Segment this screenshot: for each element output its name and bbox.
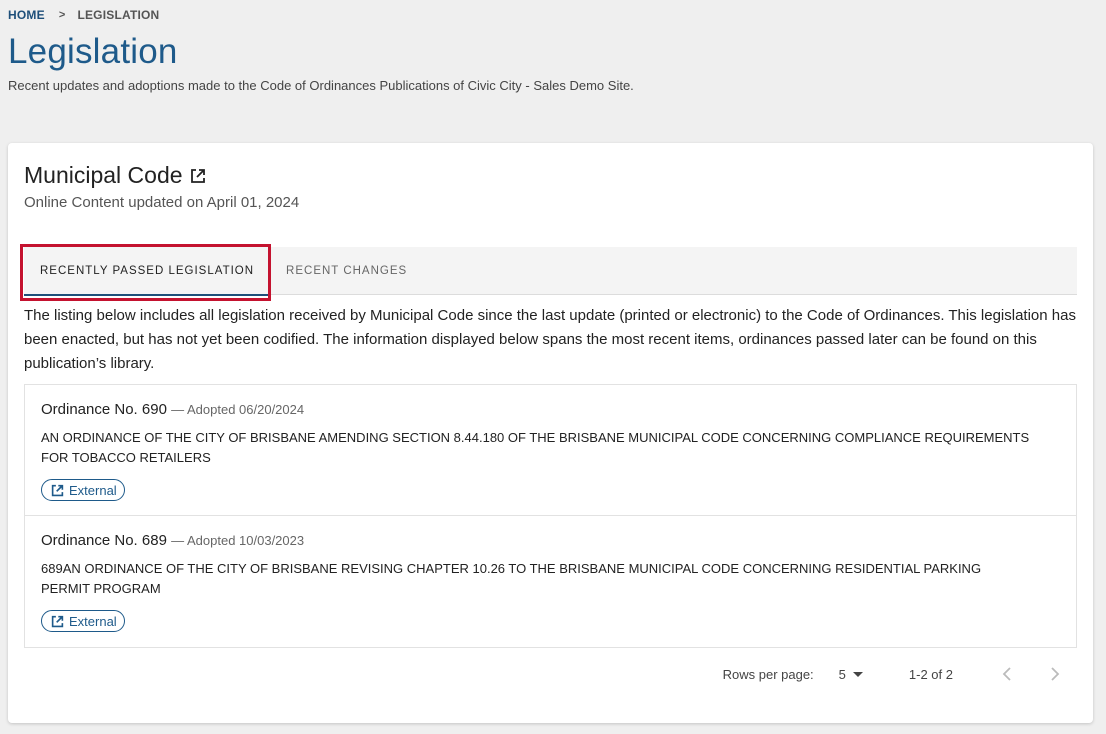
ordinance-description: 689AN ORDINANCE OF THE CITY OF BRISBANE …	[41, 561, 982, 596]
external-link-icon	[51, 615, 64, 627]
rows-per-page-label: Rows per page:	[722, 666, 814, 682]
breadcrumb-current: LEGISLATION	[77, 8, 160, 22]
chevron-right-icon	[1051, 667, 1060, 681]
legislation-description: The listing below includes all legislati…	[24, 307, 1076, 372]
chevron-down-icon	[852, 671, 863, 677]
external-link-icon[interactable]	[190, 168, 206, 184]
list-item: Ordinance No. 689 — Adopted 10/03/2023 6…	[25, 516, 1076, 647]
ordinance-description: AN ORDINANCE OF THE CITY OF BRISBANE AME…	[41, 430, 1030, 465]
rows-per-page-value: 5	[838, 666, 846, 682]
ordinance-number: Ordinance No. 689	[41, 532, 167, 549]
breadcrumb-separator: >	[58, 9, 66, 21]
content-updated-date: Online Content updated on April 01, 2024	[24, 194, 300, 211]
external-link-icon	[51, 484, 64, 496]
external-button-label: External	[69, 482, 117, 498]
page-subtitle: Recent updates and adoptions made to the…	[8, 78, 634, 93]
ordinance-heading: Ordinance No. 689 — Adopted 10/03/2023	[41, 532, 1060, 549]
external-button-label: External	[69, 613, 117, 629]
pagination: Rows per page: 5 1-2 of 2	[723, 663, 1069, 685]
pagination-range: 1-2 of 2	[908, 666, 953, 682]
breadcrumb-home-link[interactable]: HOME	[8, 8, 45, 22]
previous-page-button[interactable]	[993, 663, 1021, 685]
chevron-left-icon	[1002, 667, 1011, 681]
breadcrumb: HOME > LEGISLATION	[8, 8, 159, 22]
tab-recent-changes[interactable]: RECENT CHANGES	[270, 247, 423, 295]
external-button[interactable]: External	[41, 479, 125, 501]
card-title-text[interactable]: Municipal Code	[24, 162, 183, 189]
next-page-button[interactable]	[1041, 663, 1069, 685]
external-button[interactable]: External	[41, 610, 125, 632]
rows-per-page-select[interactable]: 5	[839, 667, 863, 682]
ordinance-adopted-date: — Adopted 06/20/2024	[171, 402, 305, 417]
ordinance-heading: Ordinance No. 690 — Adopted 06/20/2024	[41, 401, 1060, 418]
legislation-tabs: RECENTLY PASSED LEGISLATION RECENT CHANG…	[24, 247, 1077, 296]
card-title[interactable]: Municipal Code	[24, 162, 206, 189]
municipal-code-card: Municipal Code Online Content updated on…	[8, 143, 1093, 723]
list-item: Ordinance No. 690 — Adopted 06/20/2024 A…	[25, 385, 1076, 516]
tab-recently-passed-legislation[interactable]: RECENTLY PASSED LEGISLATION	[24, 247, 271, 296]
ordinance-list: Ordinance No. 690 — Adopted 06/20/2024 A…	[24, 384, 1077, 648]
ordinance-adopted-date: — Adopted 10/03/2023	[171, 533, 305, 548]
page-title: Legislation	[8, 32, 178, 71]
ordinance-number: Ordinance No. 690	[41, 401, 167, 418]
